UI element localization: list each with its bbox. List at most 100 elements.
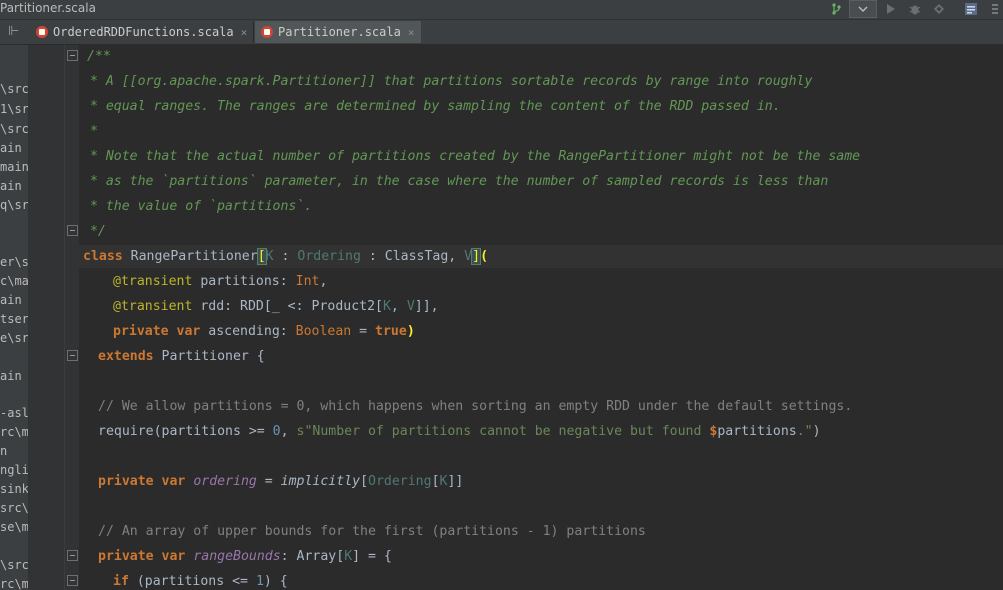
git-branch-icon[interactable] <box>828 0 844 18</box>
type-param: K <box>382 299 391 314</box>
code-line: private var ascending: Boolean = true) <box>113 322 415 342</box>
boolean-literal: true <box>375 324 407 339</box>
window-title: Partitioner.scala <box>0 1 96 15</box>
bracket-match: [ <box>256 248 267 265</box>
code-line: /** <box>87 49 111 64</box>
code-token: : Array[ <box>280 549 345 564</box>
fold-marker-icon[interactable] <box>67 350 78 361</box>
run-config-dropdown[interactable] <box>849 0 877 18</box>
tree-item[interactable]: rc\m <box>0 577 28 590</box>
tree-item[interactable]: ain <box>0 141 28 155</box>
type-name: Ordering <box>297 249 361 264</box>
field-name: rangeBounds <box>193 549 281 564</box>
tree-item[interactable]: \src <box>0 82 28 96</box>
code-line: */ <box>82 224 106 239</box>
fold-marker-icon[interactable] <box>67 550 78 561</box>
pin-icon[interactable]: ⊩ <box>8 24 19 39</box>
type-name: Boolean <box>295 324 352 339</box>
type-param: K <box>344 549 353 564</box>
code-line: // We allow partitions = 0, which happen… <box>98 399 853 414</box>
tree-item[interactable]: q\sr <box>0 198 28 212</box>
keyword: var <box>161 549 186 564</box>
close-icon[interactable]: × <box>408 26 415 39</box>
code-line: * as the `partitions` parameter, in the … <box>82 174 829 189</box>
code-line: @transient rdd: RDD[_ <: Product2[K, V]]… <box>113 297 439 317</box>
bracket-match: ] <box>471 248 482 265</box>
tree-item[interactable]: n <box>0 444 28 458</box>
close-icon[interactable]: × <box>241 26 248 39</box>
code-token: ascending: <box>200 324 296 339</box>
code-token: : ClassTag, <box>360 249 465 264</box>
tree-item[interactable]: 1\src <box>0 102 28 116</box>
fold-marker-icon[interactable] <box>67 575 78 586</box>
code-editor[interactable]: /** * A [[org.apache.spark.Partitioner]]… <box>79 45 1003 590</box>
class-name: RangePartitioner <box>122 249 258 264</box>
tree-item[interactable]: se\m <box>0 520 28 534</box>
tree-item[interactable]: ain <box>0 369 28 383</box>
tab-partitioner[interactable]: Partitioner.scala × <box>255 21 421 43</box>
scala-file-icon <box>36 26 48 38</box>
tree-item[interactable]: tser <box>0 312 28 326</box>
code-line: require(partitions >= 0, s"Number of par… <box>98 422 821 442</box>
coverage-icon[interactable] <box>930 0 948 18</box>
code-token: , <box>319 274 328 289</box>
type-name: Int <box>295 274 320 289</box>
tree-item[interactable]: ain <box>0 179 28 193</box>
code-line: // An array of upper bounds for the firs… <box>98 524 646 539</box>
keyword: var <box>161 474 186 489</box>
tree-item[interactable]: ain <box>0 293 28 307</box>
code-token: Partitioner { <box>153 349 265 364</box>
tree-item[interactable]: er\s <box>0 255 28 269</box>
function-name: implicitly <box>280 474 361 489</box>
keyword: class <box>83 249 123 264</box>
tree-item[interactable]: sink <box>0 482 28 496</box>
tree-item[interactable]: c\ma <box>0 274 28 288</box>
code-line: * the value of `partitions`. <box>82 199 313 214</box>
tree-item[interactable]: e\sr <box>0 331 28 345</box>
tree-item[interactable]: src\ <box>0 501 28 515</box>
code-token: partitions: <box>192 274 296 289</box>
keyword: private <box>113 324 169 339</box>
project-tree-panel[interactable]: \src 1\src \src ain main ain q\sr er\s c… <box>0 45 29 590</box>
type-name: Ordering <box>368 474 432 489</box>
run-icon[interactable] <box>882 0 900 18</box>
tab-ordered-rdd-functions[interactable]: OrderedRDDFunctions.scala × <box>30 21 254 43</box>
code-line: * <box>82 124 98 139</box>
code-token: [ <box>431 474 440 489</box>
interpolated-var: partitions <box>717 424 797 439</box>
tree-item[interactable]: main <box>0 160 28 174</box>
keyword: private <box>98 474 154 489</box>
tab-label: Partitioner.scala <box>278 25 401 39</box>
tree-item[interactable]: rc\m <box>0 425 28 439</box>
keyword: private <box>98 549 154 564</box>
annotation: @transient <box>113 274 193 289</box>
tab-label: OrderedRDDFunctions.scala <box>53 25 234 39</box>
vcs-icon[interactable] <box>962 0 980 18</box>
debug-icon[interactable] <box>906 0 924 18</box>
type-param: V <box>464 249 473 264</box>
code-token: ) <box>812 424 821 439</box>
code-token: = <box>351 324 376 339</box>
more-icon[interactable] <box>988 0 1002 18</box>
title-bar: Partitioner.scala <box>0 0 1003 20</box>
paren-highlight: ( <box>480 249 489 264</box>
paren-highlight: ) <box>406 324 415 339</box>
code-line: * Note that the actual number of partiti… <box>82 149 861 164</box>
fold-marker-icon[interactable] <box>67 225 78 236</box>
function-name: require <box>98 424 154 439</box>
code-line: @transient partitions: Int, <box>113 272 327 292</box>
tree-item[interactable]: \src <box>0 122 28 136</box>
editor-gutter[interactable] <box>29 45 79 590</box>
tree-item[interactable]: ngli <box>0 463 28 477</box>
tree-item[interactable]: \src <box>0 558 28 572</box>
code-line: * A [[org.apache.spark.Partitioner]] tha… <box>82 74 813 89</box>
fold-marker-icon[interactable] <box>67 50 78 61</box>
code-token: (partitions >= <box>153 424 273 439</box>
code-token: , <box>280 424 297 439</box>
tree-item[interactable]: -asl <box>0 406 28 420</box>
code-line: private var ordering = implicitly[Orderi… <box>98 472 463 492</box>
code-token: ]] <box>447 474 464 489</box>
number-literal: 1 <box>255 574 264 589</box>
